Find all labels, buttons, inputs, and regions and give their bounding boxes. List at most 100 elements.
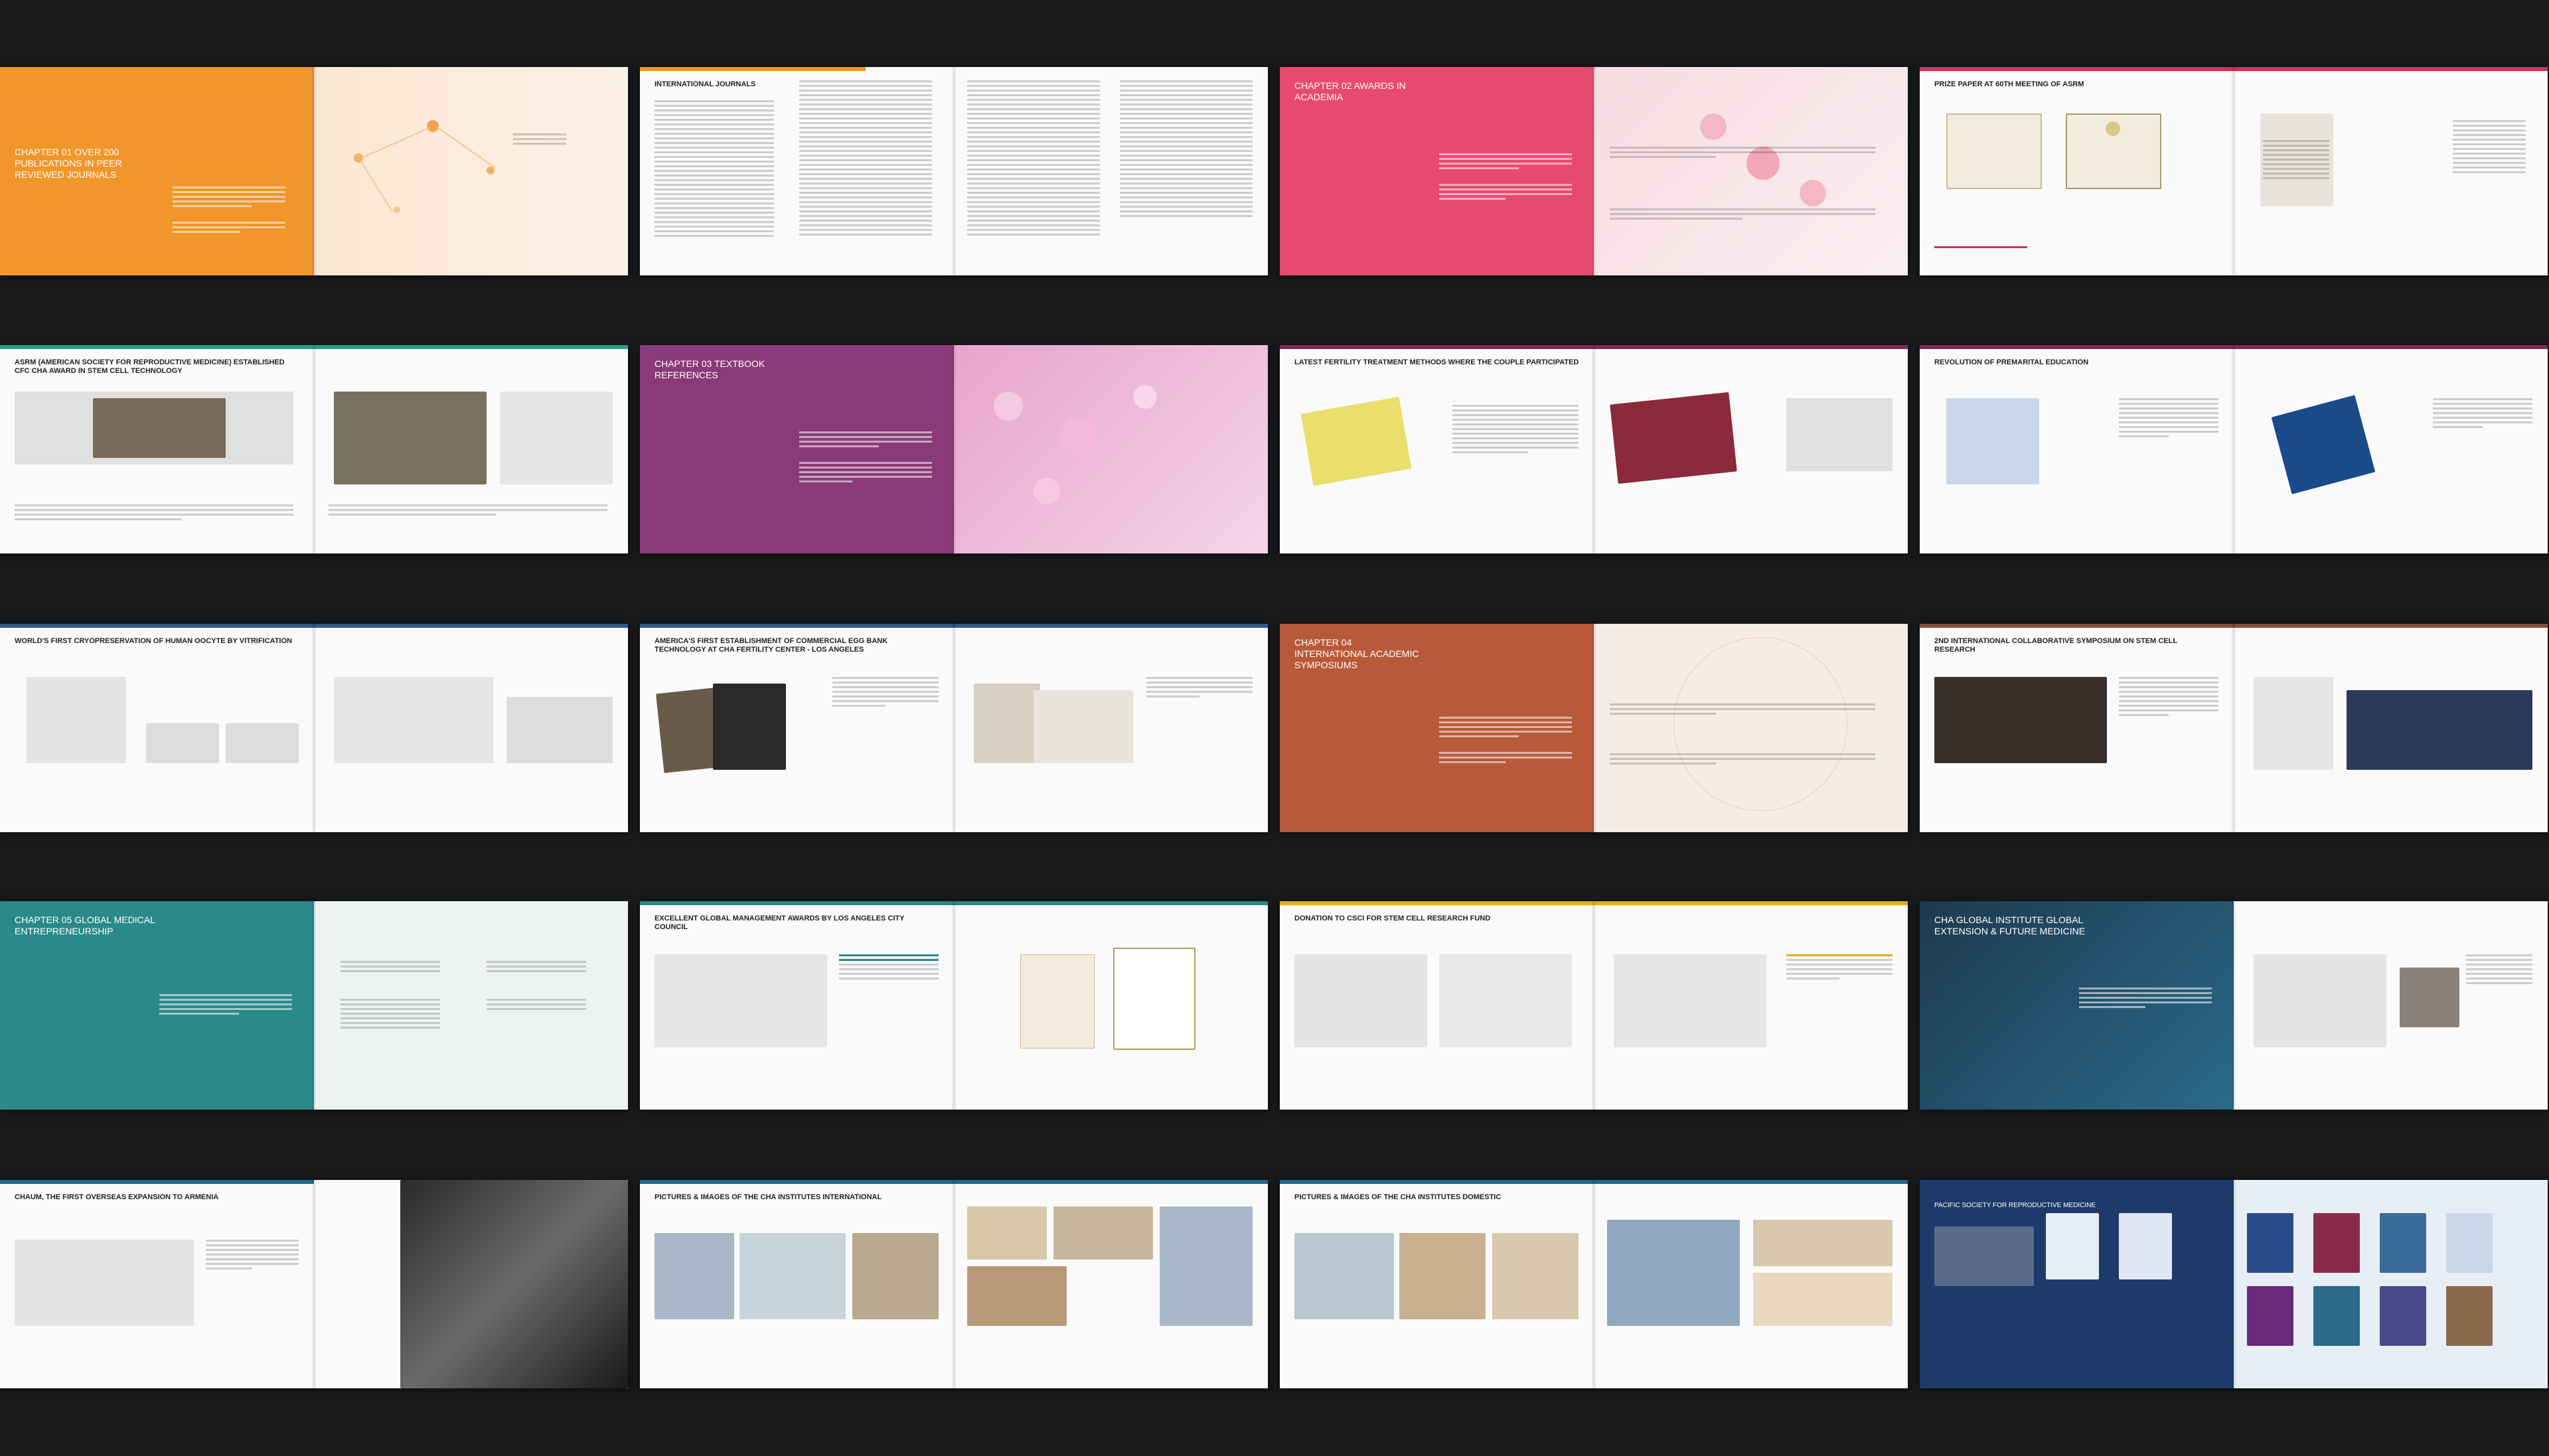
journal-cover bbox=[2247, 1286, 2293, 1346]
article-text bbox=[832, 677, 939, 709]
molecule-page bbox=[314, 67, 628, 275]
journal-cover bbox=[2446, 1213, 2493, 1273]
spread-16: CHA GLOBAL INSTITUTE GLOBAL EXTENSION & … bbox=[1920, 901, 2548, 1110]
building-photo bbox=[655, 1233, 734, 1319]
molecule-node bbox=[427, 120, 439, 132]
spread-15: DONATION TO CSCI FOR STEM CELL RESEARCH … bbox=[1280, 901, 1908, 1110]
certificate-page: PRIZE PAPER AT 60TH MEETING OF ASRM bbox=[1920, 67, 2234, 275]
journal-list-page bbox=[954, 67, 1268, 275]
spread-7: LATEST FERTILITY TREATMENT METHODS WHERE… bbox=[1280, 345, 1908, 553]
magazine-image bbox=[713, 684, 786, 770]
photo-page bbox=[954, 1180, 1268, 1388]
venture-list bbox=[341, 961, 440, 1031]
spread-6: CHAPTER 03 TEXTBOOK REFERENCES bbox=[640, 345, 1268, 553]
spread-10: AMERICA'S FIRST ESTABLISHMENT OF COMMERC… bbox=[640, 624, 1268, 832]
symposium-list-page bbox=[1594, 624, 1908, 832]
chapter-cover-page: CHAPTER 05 GLOBAL MEDICAL ENTREPRENEURSH… bbox=[0, 901, 314, 1110]
article-text bbox=[2119, 398, 2218, 440]
book-page-image bbox=[1786, 398, 1892, 471]
newspaper-clipping bbox=[27, 677, 126, 763]
textbook-page: LATEST FERTILITY TREATMENT METHODS WHERE… bbox=[1280, 345, 1594, 553]
side-notes bbox=[2453, 120, 2526, 176]
journal-image bbox=[226, 723, 299, 763]
building-photo bbox=[1294, 1233, 1394, 1319]
journal-cover bbox=[2119, 1213, 2172, 1279]
journal-image bbox=[146, 723, 219, 763]
article-text bbox=[1786, 954, 1892, 982]
magazine-page bbox=[954, 624, 1268, 832]
magazine-image bbox=[1034, 690, 1133, 763]
symposium-page: 2ND INTERNATIONAL COLLABORATIVE SYMPOSIU… bbox=[1920, 624, 2234, 832]
pacific-society-page: PACIFIC SOCIETY FOR REPRODUCTIVE MEDICIN… bbox=[1920, 1180, 2234, 1388]
molecule-bond bbox=[437, 127, 496, 169]
journal-list bbox=[967, 80, 1100, 238]
spread-title: EXCELLENT GLOBAL MANAGEMENT AWARDS BY LO… bbox=[655, 914, 905, 931]
molecule-node bbox=[1133, 385, 1157, 409]
journal-cover bbox=[2446, 1286, 2493, 1346]
award-page: EXCELLENT GLOBAL MANAGEMENT AWARDS BY LO… bbox=[640, 901, 954, 1110]
interior-photo bbox=[852, 1233, 939, 1319]
newspaper-clipping bbox=[1439, 954, 1572, 1047]
spread-title: CHAUM, THE FIRST OVERSEAS EXPANSION TO A… bbox=[15, 1193, 219, 1201]
spread-5: ASRM (AMERICAN SOCIETY FOR REPRODUCTIVE … bbox=[0, 345, 628, 553]
chapter-cover-page: CHAPTER 02 AWARDS IN ACADEMIA bbox=[1280, 67, 1594, 275]
spread-11: CHAPTER 04 INTERNATIONAL ACADEMIC SYMPOS… bbox=[1280, 624, 1908, 832]
chairman-page bbox=[2234, 901, 2548, 1110]
spread-2: INTERNATIONAL JOURNALS bbox=[640, 67, 1268, 275]
symposium-page bbox=[2234, 624, 2548, 832]
interior-photo-page bbox=[314, 1180, 628, 1388]
photo-page bbox=[1594, 1180, 1908, 1388]
journal-cover bbox=[2380, 1213, 2426, 1273]
interior-photo bbox=[1753, 1220, 1892, 1266]
book-image bbox=[1300, 396, 1412, 486]
symposium-list bbox=[1610, 703, 1875, 767]
spread-17: CHAUM, THE FIRST OVERSEAS EXPANSION TO A… bbox=[0, 1180, 628, 1388]
journal-page bbox=[2234, 67, 2548, 275]
book-image bbox=[2271, 395, 2376, 494]
molecule-node bbox=[394, 206, 400, 213]
molecule-page bbox=[954, 345, 1268, 553]
spread-9: WORLD'S FIRST CRYOPRESERVATION OF HUMAN … bbox=[0, 624, 628, 832]
spread-title: CHAPTER 05 GLOBAL MEDICAL ENTREPRENEURSH… bbox=[15, 914, 155, 936]
spread-title: PACIFIC SOCIETY FOR REPRODUCTIVE MEDICIN… bbox=[1934, 1202, 2096, 1209]
journal-cover bbox=[2313, 1213, 2360, 1273]
journal-list-page: INTERNATIONAL JOURNALS bbox=[640, 67, 954, 275]
article-text bbox=[329, 504, 607, 518]
award-photo bbox=[334, 392, 487, 484]
spread-title: LATEST FERTILITY TREATMENT METHODS WHERE… bbox=[1294, 358, 1579, 366]
article-text bbox=[2466, 954, 2532, 987]
building-photo bbox=[1160, 1206, 1253, 1326]
article-text bbox=[15, 504, 293, 523]
awards-list-page bbox=[1594, 67, 1908, 275]
molecule-bond bbox=[361, 127, 430, 159]
newspaper-clipping bbox=[1614, 954, 1766, 1047]
interior-photo bbox=[1753, 1273, 1892, 1326]
chapter-cover-page: CHAPTER 03 TEXTBOOK REFERENCES bbox=[640, 345, 954, 553]
venture-list-page bbox=[314, 901, 628, 1110]
book-image bbox=[1946, 398, 2039, 484]
spread-title: DONATION TO CSCI FOR STEM CELL RESEARCH … bbox=[1294, 914, 1491, 922]
article-text bbox=[1452, 405, 1579, 456]
spread-title: ASRM (AMERICAN SOCIETY FOR REPRODUCTIVE … bbox=[15, 358, 285, 375]
journal-list bbox=[655, 100, 774, 240]
body-text bbox=[1439, 717, 1572, 766]
spread-20: PACIFIC SOCIETY FOR REPRODUCTIVE MEDICIN… bbox=[1920, 1180, 2548, 1388]
brochure-spreads-grid: CHAPTER 01 OVER 200 PUBLICATIONS IN PEER… bbox=[0, 0, 2549, 1456]
donation-page: DONATION TO CSCI FOR STEM CELL RESEARCH … bbox=[1280, 901, 1594, 1110]
interior-photo bbox=[967, 1206, 1047, 1260]
molecule-bond bbox=[360, 160, 393, 212]
spread-title: CHAPTER 03 TEXTBOOK REFERENCES bbox=[655, 358, 765, 380]
news-page: CHAUM, THE FIRST OVERSEAS EXPANSION TO A… bbox=[0, 1180, 314, 1388]
body-text bbox=[799, 431, 932, 485]
book-image bbox=[1610, 392, 1737, 484]
certificate-image bbox=[1946, 113, 2042, 189]
molecule-node bbox=[1034, 478, 1060, 504]
body-text bbox=[173, 186, 285, 236]
article-text bbox=[2119, 677, 2218, 719]
journal-list bbox=[1120, 80, 1253, 220]
journal-covers-page bbox=[2234, 1180, 2548, 1388]
spread-1: CHAPTER 01 OVER 200 PUBLICATIONS IN PEER… bbox=[0, 67, 628, 275]
spread-title: PICTURES & IMAGES OF THE CHA INSTITUTES … bbox=[655, 1193, 882, 1201]
event-photo bbox=[2347, 690, 2532, 770]
journal-cover bbox=[2046, 1213, 2099, 1279]
